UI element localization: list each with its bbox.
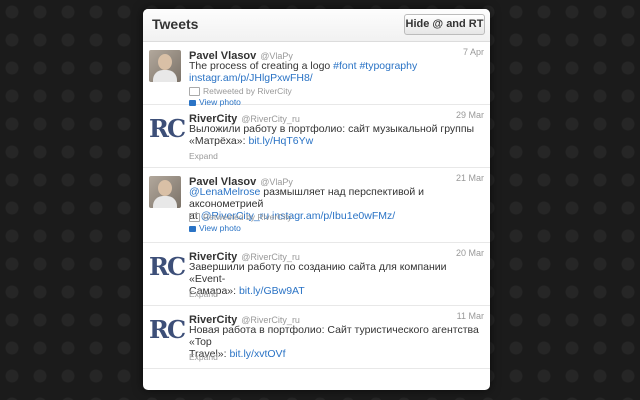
widget-title: Tweets [152, 16, 199, 32]
tweet-item[interactable]: Pavel Vlasov @VlaPy 7 Apr The process of … [143, 42, 490, 107]
tweet-text-segment: The process of creating a logo [189, 60, 334, 72]
avatar[interactable] [149, 50, 181, 82]
tweet-item[interactable]: Pavel Vlasov @VlaPy 21 Mar @LenaMelrose р… [143, 168, 490, 243]
retweeted-by-label: Retweeted by RiverCity [203, 86, 292, 96]
rivercity-logo-avatar[interactable]: RC [149, 113, 186, 145]
tweet-text-segment: «Матрёха»: [189, 135, 249, 147]
expand-link[interactable]: Expand [189, 352, 218, 362]
tweets-widget: Tweets Hide @ and RT Pavel Vlasov @VlaPy … [143, 9, 490, 390]
tweet-text-segment: Новая работа в портфолио: Сайт туристиче… [189, 324, 479, 348]
retweeted-by-label: Retweeted by RiverCity [203, 212, 292, 222]
retweet-icon [189, 87, 200, 97]
rivercity-logo-avatar[interactable]: RC [149, 314, 186, 346]
expand-link[interactable]: Expand [189, 151, 218, 161]
tweet-link[interactable]: instagr.am/p/JHlgPxwFH8/ [189, 72, 313, 84]
tweet-text: Выложили работу в портфолио: сайт музыка… [189, 123, 484, 147]
hide-mentions-retweets-button[interactable]: Hide @ and RT [404, 14, 485, 35]
view-photo-link[interactable]: View photo [189, 223, 241, 233]
retweet-icon [189, 213, 200, 223]
retweeted-by: Retweeted by RiverCity [189, 86, 292, 97]
widget-header: Tweets Hide @ and RT [143, 9, 490, 42]
tweet-link[interactable]: bit.ly/HqT6Yw [248, 135, 313, 147]
photo-icon [189, 225, 196, 232]
tweet-text: Новая работа в портфолио: Сайт туристиче… [189, 324, 484, 360]
tweet-item[interactable]: RC RiverCity @RiverCity_ru 29 Mar Выложил… [143, 105, 490, 168]
expand-link[interactable]: Expand [189, 289, 218, 299]
tweet-link[interactable]: bit.ly/xvtOVf [229, 348, 285, 360]
tweet-text-segment: Выложили работу в портфолио: сайт музыка… [189, 123, 475, 135]
tweet-date[interactable]: 7 Apr [463, 47, 484, 57]
tweet-link[interactable]: bit.ly/GBw9AT [239, 285, 305, 297]
mention-link[interactable]: @LenaMelrose [189, 186, 260, 198]
tweet-date[interactable]: 21 Mar [456, 173, 484, 183]
avatar[interactable] [149, 176, 181, 208]
view-photo-label[interactable]: View photo [199, 223, 241, 233]
tweet-text-segment: Завершили работу по созданию сайта для к… [189, 261, 447, 285]
hashtag-link[interactable]: #font #typography [333, 60, 417, 72]
tweet-text: Завершили работу по созданию сайта для к… [189, 261, 484, 297]
tweet-date[interactable]: 20 Mar [456, 248, 484, 258]
tweet-date[interactable]: 11 Mar [457, 311, 484, 321]
tweet-date[interactable]: 29 Mar [456, 110, 484, 120]
retweeted-by: Retweeted by RiverCity [189, 212, 292, 223]
tweet-item[interactable]: RC RiverCity @RiverCity_ru 11 Mar Новая р… [143, 306, 490, 369]
tweet-text: The process of creating a logo #font #ty… [189, 60, 484, 84]
tweet-item[interactable]: RC RiverCity @RiverCity_ru 20 Mar Заверши… [143, 243, 490, 306]
rivercity-logo-avatar[interactable]: RC [149, 251, 186, 283]
